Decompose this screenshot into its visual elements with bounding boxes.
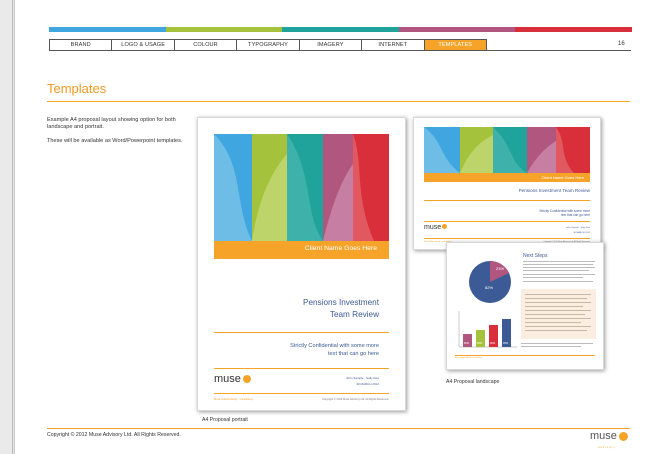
logo-dot-icon: [242, 375, 251, 383]
box-text-line: [525, 318, 591, 319]
pie-chart: 23% 82%: [467, 259, 513, 310]
box-text-line: [525, 302, 591, 303]
logo-text: muse: [214, 373, 241, 385]
nav-underline: [487, 50, 631, 51]
date: 30 MARCH 2012: [356, 382, 379, 386]
logo-text: muse: [424, 224, 442, 231]
divider: [424, 221, 590, 222]
intro-text: Example A4 proposal layout showing optio…: [47, 117, 176, 131]
proposal-subtitle-line-1: Strictly Confidential with some more: [290, 343, 379, 349]
client-name: Client Name Goes Here: [541, 175, 584, 180]
logo-dot-icon: [618, 432, 628, 441]
footer-copyright: Copyright © 2012 Muse Advisory Ltd. All …: [322, 398, 389, 401]
proposal-title: Pensions Investment Team Review: [518, 188, 590, 193]
text-line: [523, 270, 589, 271]
proposal-subtitle-line-2: text that can go here: [560, 213, 590, 218]
box-text-line: [525, 322, 581, 323]
footer-left: Muse Independently · consultancy: [455, 357, 483, 359]
stripe-teal: [282, 27, 399, 32]
divider: [214, 368, 389, 369]
tab-imagery[interactable]: IMAGERY: [300, 40, 363, 50]
logo-dot-icon: [442, 224, 448, 229]
bar-label: 95%: [503, 341, 509, 345]
date: 30 MARCH 2012: [573, 232, 590, 234]
pie-label-small: 23%: [496, 266, 504, 271]
divider: [455, 355, 595, 356]
box-text-line: [525, 314, 585, 315]
text-line: [523, 281, 593, 282]
landscape-caption: A4 Proposal landscape: [446, 379, 500, 385]
authors: John Sample · Sally Doe: [565, 227, 590, 229]
proposal-subtitle: Strictly Confidential with some more tex…: [539, 209, 590, 218]
section-nav: BRAND LOGO & USAGE COLOUR TYPOGRAPHY IMA…: [49, 39, 487, 51]
stripe-red: [515, 27, 632, 32]
bar-chart: 80% 85% 90% 95%: [457, 311, 519, 356]
page-number: 16: [618, 41, 625, 47]
client-name-bar: Client Name Goes Here: [214, 241, 389, 259]
cover-artwork: [424, 127, 590, 173]
title-rule: [47, 101, 630, 102]
next-steps-page-thumbnail: Next Steps 23% 82% 80% 85% 90% 95% Muse …: [446, 242, 604, 370]
portrait-caption: A4 Proposal portrait: [202, 417, 248, 423]
text-line: [523, 277, 583, 278]
left-margin-rule: [12, 0, 13, 454]
text-line: [523, 267, 595, 268]
availability-text: These will be available as Word/Powerpoi…: [47, 138, 183, 144]
muse-logo: muse: [424, 224, 448, 231]
tab-templates[interactable]: TEMPLATES: [424, 40, 486, 50]
text-line: [523, 274, 595, 275]
authors: John Sample · Sally Doe: [345, 376, 379, 380]
proposal-title-line-2: Team Review: [329, 309, 379, 319]
bar: [463, 334, 472, 347]
muse-advisory-logo: muse: [590, 430, 628, 442]
text-line: [523, 261, 595, 262]
tab-logo-usage[interactable]: LOGO & USAGE: [112, 40, 175, 50]
landscape-proposal-thumbnail: Client Name Goes Here Pensions Investmen…: [413, 117, 601, 250]
divider: [214, 393, 389, 394]
portrait-proposal-thumbnail: Client Name Goes Here Pensions Investmen…: [197, 117, 406, 411]
client-name: Client Name Goes Here: [304, 245, 377, 252]
box-text-line: [525, 298, 587, 299]
box-text-line: [525, 310, 591, 311]
bar-label: 80%: [464, 341, 470, 345]
proposal-subtitle-line-2: text that can go here: [328, 350, 379, 357]
page-title: Templates: [47, 81, 107, 96]
stripe-green: [165, 27, 283, 32]
divider: [214, 332, 389, 333]
box-text-line: [525, 326, 591, 327]
logo-text: muse: [590, 430, 617, 442]
tab-typography[interactable]: TYPOGRAPHY: [237, 40, 300, 50]
divider: [424, 200, 590, 201]
box-text-line: [525, 306, 583, 307]
footer-left: Muse Independently · consultancy: [214, 398, 254, 401]
box-text-line: [525, 330, 587, 331]
bar-label: 85%: [477, 341, 483, 345]
stripe-blue: [49, 27, 166, 32]
footer-rule: [47, 428, 630, 429]
pie-label-large: 82%: [485, 285, 493, 290]
divider: [424, 238, 590, 239]
proposal-title-line-1: Pensions Investment: [302, 298, 379, 307]
stripe-purple: [398, 27, 516, 32]
tab-brand[interactable]: BRAND: [50, 40, 113, 50]
box-text-line: [525, 294, 591, 295]
copyright-text: Copyright © 2012 Muse Advisory Ltd. All …: [47, 432, 181, 438]
cover-artwork: [214, 134, 389, 241]
logo-tagline: advisory: [598, 446, 616, 449]
muse-logo: muse: [214, 373, 251, 385]
proposal-subtitle: Strictly Confidential with some more tex…: [290, 343, 379, 358]
text-line: [523, 264, 593, 265]
bar-label: 90%: [490, 341, 496, 345]
colour-stripes: [49, 27, 632, 32]
tab-colour[interactable]: COLOUR: [175, 40, 238, 50]
next-steps-title: Next Steps: [523, 253, 548, 259]
proposal-title: Pensions Investment Team Review: [303, 297, 379, 320]
tab-internet[interactable]: INTERNET: [362, 40, 425, 50]
client-name-bar: Client Name Goes Here: [424, 173, 590, 182]
text-line: [521, 343, 593, 344]
text-line: [521, 346, 581, 347]
